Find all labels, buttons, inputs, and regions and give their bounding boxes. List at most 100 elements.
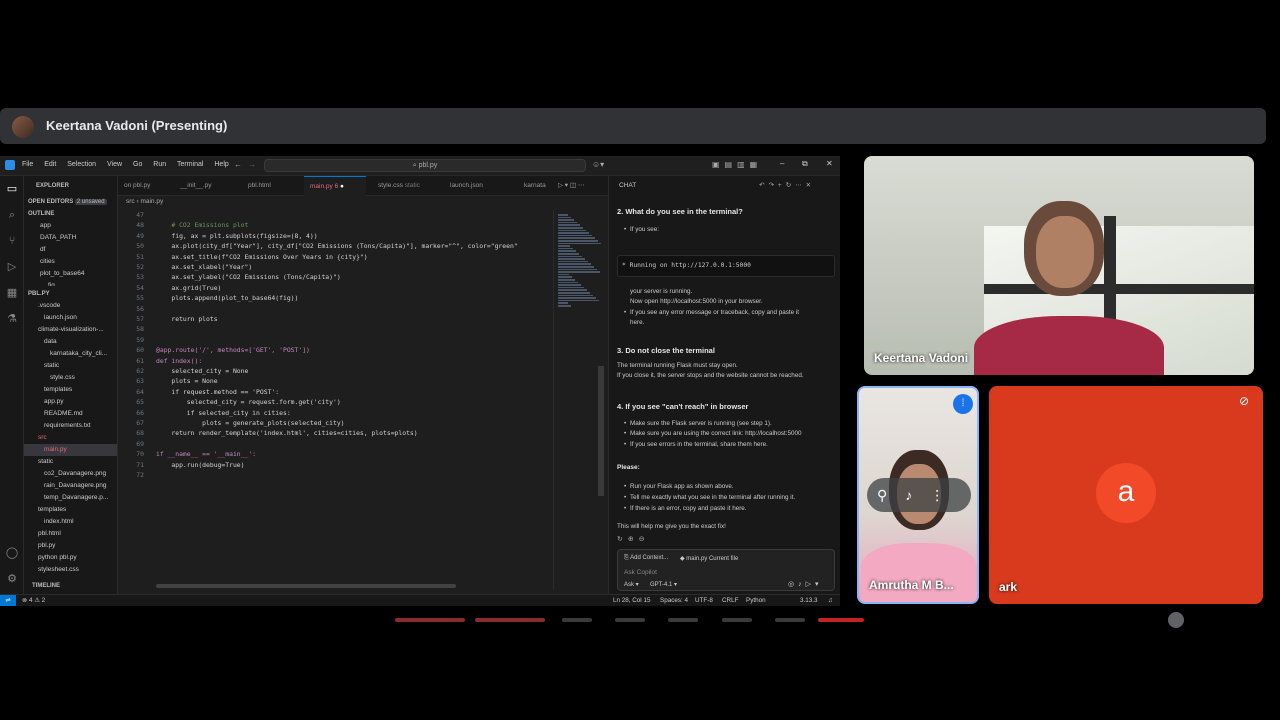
run-debug-icon[interactable]: ▷ — [5, 260, 19, 274]
command-center-search[interactable]: ⌕ pbl.py — [264, 159, 586, 172]
code-line[interactable]: plots.append(plot_to_base64(fig)) — [156, 293, 298, 303]
tree-item[interactable]: climate-visualization-... — [38, 324, 117, 336]
more-participants-icon[interactable] — [1168, 612, 1184, 628]
code-line[interactable]: ax.set_ylabel("CO2 Emissions (Tons/Capit… — [156, 272, 340, 282]
tab-style-css[interactable]: style.css static — [372, 176, 426, 196]
extensions-icon[interactable]: ▦ — [5, 286, 19, 300]
tree-item[interactable]: templates — [38, 504, 117, 516]
language-mode[interactable]: Python — [746, 595, 766, 606]
code-line[interactable]: # CO2 Emissions plot — [156, 220, 248, 230]
restore-icon[interactable]: ⧉ — [802, 159, 808, 169]
horizontal-scrollbar[interactable] — [156, 584, 456, 588]
indentation[interactable]: Spaces: 4 — [660, 595, 688, 606]
menu-run[interactable]: Run — [153, 161, 166, 168]
code-line[interactable]: if request.method == 'POST': — [156, 387, 279, 397]
code-line[interactable]: ax.set_xlabel("Year") — [156, 262, 252, 272]
code-line[interactable]: plots = generate_plots(selected_city) — [156, 418, 344, 428]
chat-input-box[interactable]: ⎘ Add Context... ◆ main.py Current file … — [617, 549, 835, 591]
code-line[interactable]: ax.set_title(f"CO2 Emissions Over Years … — [156, 252, 367, 262]
send-icons[interactable]: ◎♪▷▾ — [788, 580, 823, 588]
outline-item[interactable]: fig — [48, 280, 117, 286]
menu-edit[interactable]: Edit — [44, 161, 56, 168]
participant-tile-ark[interactable]: a ⊘ ark — [989, 386, 1263, 604]
line-ending[interactable]: CRLF — [722, 595, 738, 606]
remote-icon[interactable]: ⇌ — [0, 595, 16, 606]
search-icon[interactable]: ⌕ — [5, 208, 19, 222]
participant-tile-amrutha[interactable]: ⁞ ⚲♪⋮ Amrutha M B... — [857, 386, 979, 604]
minimize-icon[interactable]: – — [780, 159, 784, 168]
code-line[interactable]: if __name__ == '__main__': — [156, 449, 256, 459]
tree-item[interactable]: temp_Davanagere.p... — [44, 492, 117, 504]
tree-item[interactable]: data — [44, 336, 117, 348]
more-options-icon[interactable]: ⋮ — [930, 487, 962, 503]
code-line[interactable]: selected_city = request.form.get('city') — [156, 397, 341, 407]
tree-item[interactable]: static — [38, 456, 117, 468]
copilot-icon[interactable]: ☺▾ — [592, 160, 604, 169]
editor-actions[interactable]: ▷ ▾ ◫ ⋯ — [552, 176, 590, 196]
code-line[interactable]: selected_city = None — [156, 366, 248, 376]
participant-tile-keertana[interactable]: Keertana Vadoni — [864, 156, 1254, 375]
code-line[interactable]: plots = None — [156, 376, 217, 386]
add-context-button[interactable]: ⎘ Add Context... — [624, 555, 668, 562]
bell-icon[interactable]: ♫ — [828, 595, 833, 606]
close-icon[interactable]: ✕ — [826, 159, 833, 168]
tab-launch-json[interactable]: launch.json — [444, 176, 489, 196]
tree-item-selected[interactable]: main.py — [24, 444, 117, 456]
feedback-icons[interactable]: ↻⊕⊖ — [617, 535, 650, 543]
tree-item[interactable]: karnataka_city_cli... — [50, 348, 117, 360]
code-line[interactable]: app.run(debug=True) — [156, 460, 244, 470]
code-line[interactable]: return plots — [156, 314, 217, 324]
tree-item[interactable]: pbl.html — [38, 528, 117, 540]
settings-gear-icon[interactable]: ⚙ — [5, 572, 19, 586]
code-line[interactable]: ax.grid(True) — [156, 283, 221, 293]
explorer-icon[interactable]: ▭ — [5, 182, 19, 196]
problems-count[interactable]: ⊗ 4 ⚠ 2 — [22, 595, 45, 606]
python-version[interactable]: 3.13.3 — [800, 595, 818, 606]
tab-pbl-html[interactable]: pbl.html — [242, 176, 277, 196]
code-line[interactable]: if selected_city in cities: — [156, 408, 291, 418]
breadcrumb-file[interactable]: main.py — [140, 198, 163, 205]
code-line[interactable]: ax.plot(city_df["Year"], city_df["CO2 Em… — [156, 241, 517, 251]
tree-item[interactable]: co2_Davanagere.png — [44, 468, 117, 480]
tree-item[interactable]: rain_Davanagere.png — [44, 480, 117, 492]
menu-help[interactable]: Help — [214, 161, 228, 168]
tile-controls[interactable]: ⚲♪⋮ — [867, 478, 971, 512]
menu-selection[interactable]: Selection — [67, 161, 96, 168]
tab-karnataka[interactable]: karnata — [518, 176, 552, 196]
layout-icons[interactable]: ▣▤▥▦ — [712, 160, 762, 169]
tree-item[interactable]: static — [44, 360, 117, 372]
source-control-icon[interactable]: ⑂ — [5, 234, 19, 248]
menu-terminal[interactable]: Terminal — [177, 161, 203, 168]
current-file-chip[interactable]: ◆ main.py Current file — [680, 555, 738, 562]
outline-item[interactable]: DATA_PATH — [40, 232, 117, 244]
tree-item[interactable]: requirements.txt — [44, 420, 117, 432]
tree-item[interactable]: README.md — [44, 408, 117, 420]
forward-arrow-icon[interactable]: → — [248, 160, 256, 169]
pin-icon[interactable]: ⚲ — [877, 487, 905, 503]
back-arrow-icon[interactable]: ← — [234, 160, 242, 169]
tree-item[interactable]: launch.json — [44, 312, 117, 324]
outline-item[interactable]: plot_to_base64 — [40, 268, 117, 280]
project-header[interactable]: PBL.PY — [28, 288, 117, 300]
model-select[interactable]: GPT-4.1 ▾ — [650, 581, 677, 588]
timeline-header[interactable]: TIMELINE — [32, 580, 117, 592]
breadcrumb-folder[interactable]: src — [126, 198, 135, 205]
code-line[interactable]: fig, ax = plt.subplots(figsize=(8, 4)) — [156, 231, 317, 241]
tree-item[interactable]: app.py — [44, 396, 117, 408]
code-line[interactable]: def index(): — [156, 356, 202, 366]
tab-pbl-py[interactable]: on pbl.py — [118, 176, 156, 196]
mute-mic-icon[interactable]: ♪ — [905, 487, 930, 503]
menu-file[interactable]: File — [22, 161, 33, 168]
mode-select[interactable]: Ask ▾ — [624, 581, 639, 588]
tree-item[interactable]: .vscode — [38, 300, 117, 312]
menu-view[interactable]: View — [107, 161, 122, 168]
testing-icon[interactable]: ⚗ — [5, 312, 19, 326]
outline-item[interactable]: app — [40, 220, 117, 232]
tree-item[interactable]: style.css — [50, 372, 117, 384]
tree-item[interactable]: index.html — [44, 516, 117, 528]
tree-item[interactable]: pbl.py — [38, 540, 117, 552]
code-line[interactable]: return render_template('index.html', cit… — [156, 428, 417, 438]
outline-item[interactable]: df — [40, 244, 117, 256]
tree-item[interactable]: python pbl.py — [38, 552, 117, 564]
tree-item[interactable]: src — [38, 432, 117, 444]
